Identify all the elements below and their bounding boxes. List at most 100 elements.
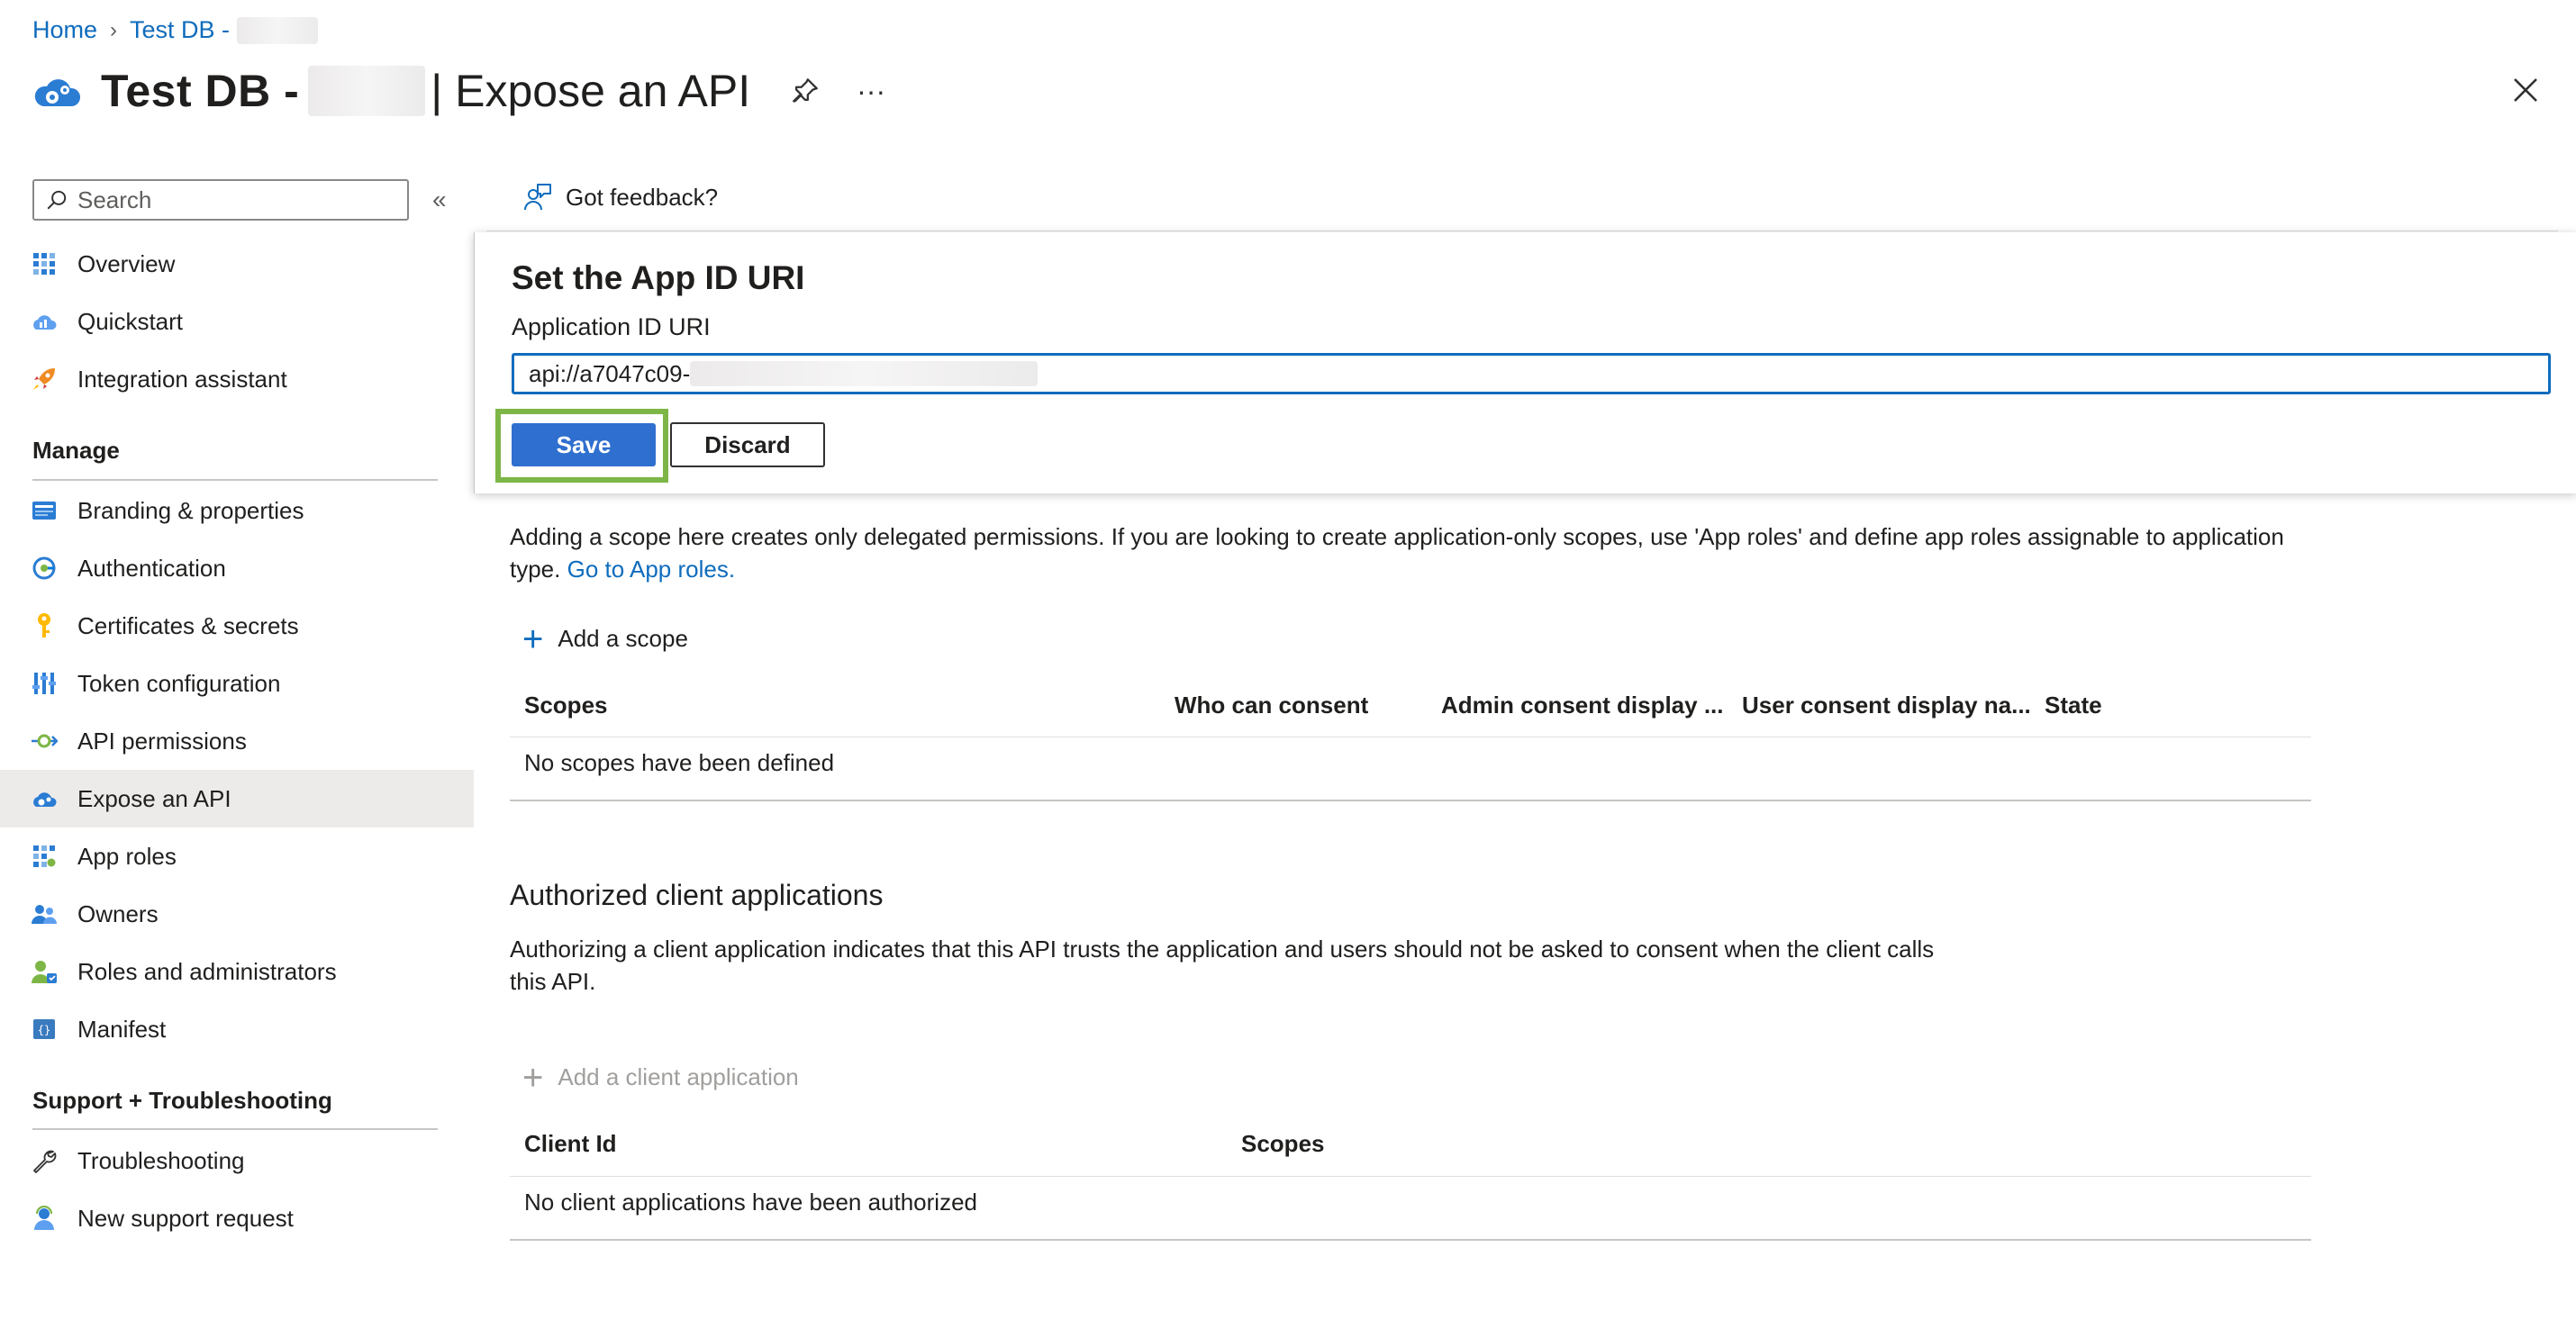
- redacted-uri: [690, 361, 1039, 386]
- sidebar-item-label: Overview: [77, 249, 176, 277]
- page-title: Test DB -: [101, 66, 300, 116]
- expose-api-cloud-icon: [31, 785, 58, 812]
- clients-table-bottom: [510, 1239, 2311, 1241]
- sidebar-item-expose-an-api[interactable]: Expose an API: [0, 770, 474, 827]
- sidebar-item-troubleshooting[interactable]: Troubleshooting: [0, 1132, 474, 1189]
- sidebar-item-label: Manifest: [77, 1015, 167, 1043]
- scopes-empty-message: No scopes have been defined: [524, 749, 835, 776]
- sidebar-item-manifest[interactable]: {} Manifest: [0, 1000, 474, 1058]
- svg-text:{}: {}: [38, 1024, 50, 1036]
- collapse-sidebar-icon[interactable]: «: [432, 185, 447, 214]
- add-client-application-button[interactable]: + Add a client application: [522, 1057, 799, 1098]
- sidebar-item-label: Integration assistant: [77, 365, 287, 393]
- redacted-title: [308, 66, 426, 116]
- breadcrumb-home-link[interactable]: Home: [32, 16, 97, 44]
- column-header-user-consent[interactable]: User consent display na...: [1742, 692, 2031, 719]
- wrench-icon: [31, 1147, 58, 1174]
- key-icon: [31, 612, 58, 639]
- application-id-uri-input[interactable]: api://a7047c09-: [512, 353, 2551, 394]
- feedback-label: Got feedback?: [566, 183, 719, 211]
- sidebar-item-token-configuration[interactable]: Token configuration: [0, 655, 474, 712]
- sidebar-item-api-permissions[interactable]: API permissions: [0, 712, 474, 770]
- sidebar-item-authentication[interactable]: Authentication: [0, 539, 474, 597]
- add-scope-button[interactable]: + Add a scope: [522, 619, 688, 659]
- rocket-icon: [31, 366, 58, 393]
- sidebar-item-label: New support request: [77, 1204, 294, 1232]
- roles-admin-icon: [31, 958, 58, 985]
- sidebar-item-label: App roles: [77, 842, 177, 870]
- manage-divider: [32, 479, 438, 481]
- token-bars-icon: [31, 670, 58, 697]
- page-header: Test DB - | Expose an API ···: [31, 65, 885, 117]
- page-subtitle: | Expose an API: [431, 66, 751, 116]
- panel-title: Set the App ID URI: [512, 259, 805, 296]
- sidebar-item-label: Certificates & secrets: [77, 611, 299, 639]
- application-id-uri-value: api://a7047c09-: [529, 359, 691, 387]
- breadcrumb-separator-icon: ›: [110, 17, 118, 42]
- go-to-app-roles-link[interactable]: Go to App roles.: [567, 556, 735, 583]
- sidebar-search-input[interactable]: Search: [32, 179, 409, 221]
- app-cloud-gear-icon: [34, 79, 81, 106]
- sidebar-item-owners[interactable]: Owners: [0, 885, 474, 943]
- manage-section-heading: Manage: [32, 437, 120, 464]
- clients-description: Authorizing a client application indicat…: [510, 936, 1935, 995]
- column-header-scopes[interactable]: Scopes: [524, 692, 608, 719]
- scopes-table-bottom: [510, 800, 2311, 801]
- add-client-label: Add a client application: [558, 1063, 799, 1090]
- breadcrumb-current-link[interactable]: Test DB -: [130, 16, 230, 44]
- sidebar-item-integration-assistant[interactable]: Integration assistant: [0, 350, 474, 408]
- scopes-description: Adding a scope here creates only delegat…: [510, 520, 2311, 585]
- overview-grid-icon: [31, 250, 58, 277]
- feedback-person-icon: [524, 184, 551, 211]
- sidebar-item-overview[interactable]: Overview: [0, 235, 474, 293]
- pin-icon[interactable]: [790, 76, 821, 106]
- quickstart-cloud-icon: [31, 308, 58, 335]
- sidebar-item-branding[interactable]: Branding & properties: [0, 482, 474, 539]
- support-divider: [32, 1128, 438, 1130]
- sidebar-item-label: Authentication: [77, 554, 226, 582]
- save-button[interactable]: Save: [512, 423, 656, 466]
- sidebar-item-label: Token configuration: [77, 669, 281, 697]
- owners-people-icon: [31, 900, 58, 927]
- manifest-icon: {}: [31, 1016, 58, 1043]
- plus-icon: +: [522, 1057, 544, 1098]
- sidebar-item-label: Roles and administrators: [77, 957, 337, 985]
- more-options-icon[interactable]: ···: [857, 75, 885, 108]
- plus-icon: +: [522, 619, 544, 659]
- app-roles-grid-icon: [31, 843, 58, 870]
- sidebar-item-label: Owners: [77, 900, 159, 927]
- column-header-admin-consent[interactable]: Admin consent display ...: [1441, 692, 1724, 719]
- branding-icon: [31, 497, 58, 524]
- sidebar-item-label: Troubleshooting: [77, 1146, 245, 1174]
- api-permissions-icon: [31, 728, 58, 755]
- breadcrumb: Home › Test DB -: [32, 16, 319, 44]
- sidebar-item-label: API permissions: [77, 727, 247, 755]
- sidebar-item-roles-and-administrators[interactable]: Roles and administrators: [0, 943, 474, 1000]
- sidebar-item-quickstart[interactable]: Quickstart: [0, 293, 474, 350]
- scopes-description-text: Adding a scope here creates only delegat…: [510, 523, 2284, 583]
- column-header-client-id[interactable]: Client Id: [524, 1130, 617, 1158]
- redacted-name: [237, 16, 319, 44]
- application-id-uri-label: Application ID URI: [512, 313, 711, 340]
- got-feedback-button[interactable]: Got feedback?: [522, 182, 718, 212]
- discard-button[interactable]: Discard: [670, 422, 825, 467]
- sidebar-item-label: Expose an API: [77, 784, 231, 812]
- support-section-heading: Support + Troubleshooting: [32, 1087, 332, 1114]
- authentication-icon: [31, 555, 58, 582]
- sidebar-item-app-roles[interactable]: App roles: [0, 827, 474, 885]
- column-header-state[interactable]: State: [2045, 692, 2102, 719]
- add-scope-label: Add a scope: [558, 625, 688, 652]
- close-icon[interactable]: [2509, 74, 2542, 106]
- search-placeholder: Search: [77, 185, 152, 213]
- column-header-client-scopes[interactable]: Scopes: [1241, 1130, 1325, 1158]
- search-icon: [47, 190, 67, 210]
- support-person-icon: [31, 1205, 58, 1232]
- clients-empty-message: No client applications have been authori…: [524, 1189, 978, 1216]
- clients-header-divider: [510, 1176, 2311, 1177]
- sidebar-item-certificates[interactable]: Certificates & secrets: [0, 597, 474, 655]
- authorized-clients-heading: Authorized client applications: [510, 879, 884, 911]
- sidebar-item-new-support-request[interactable]: New support request: [0, 1189, 474, 1247]
- sidebar-item-label: Branding & properties: [77, 496, 304, 524]
- column-header-who-can-consent[interactable]: Who can consent: [1175, 692, 1368, 719]
- sidebar-item-label: Quickstart: [77, 307, 184, 335]
